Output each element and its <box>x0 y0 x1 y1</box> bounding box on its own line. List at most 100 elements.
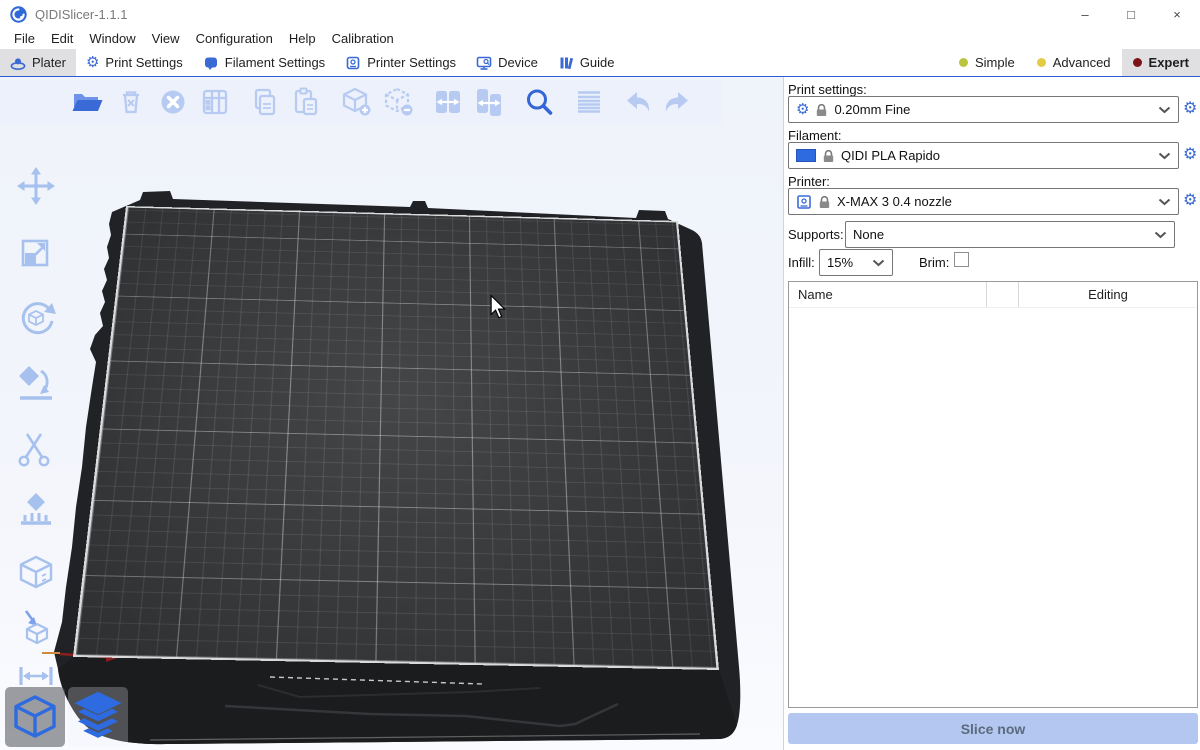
chevron-down-icon <box>1158 152 1171 160</box>
rotate-gizmo-button[interactable] <box>8 290 64 346</box>
open-button[interactable] <box>70 85 104 119</box>
filament-label: Filament: <box>788 128 841 143</box>
printer-icon <box>796 194 812 210</box>
undo-button[interactable] <box>622 85 656 119</box>
printer-icon <box>345 55 361 71</box>
menu-configuration[interactable]: Configuration <box>188 28 281 49</box>
mode-expert[interactable]: Expert <box>1122 49 1200 76</box>
layers-icon <box>71 690 125 744</box>
printer-combo[interactable]: X-MAX 3 0.4 nozzle <box>788 188 1179 215</box>
menu-calibration[interactable]: Calibration <box>324 28 402 49</box>
window-title: QIDISlicer-1.1.1 <box>35 7 127 22</box>
move-gizmo-button[interactable] <box>8 158 64 214</box>
seam-painting-gizmo-button[interactable] <box>8 546 64 602</box>
guide-icon <box>558 55 574 71</box>
filament-icon <box>203 55 219 71</box>
plater-icon <box>10 55 26 71</box>
paste-button[interactable] <box>289 85 323 119</box>
column-header-editing[interactable]: Editing <box>1019 287 1197 302</box>
menu-edit[interactable]: Edit <box>43 28 81 49</box>
menu-help[interactable]: Help <box>281 28 324 49</box>
chevron-down-icon <box>872 259 885 267</box>
split-to-parts-button[interactable] <box>472 85 506 119</box>
tab-printer-settings[interactable]: Printer Settings <box>335 49 466 76</box>
advanced-dot-icon <box>1037 58 1046 67</box>
tab-bar: Plater ⚙ Print Settings Filament Setting… <box>0 49 1200 78</box>
supports-combo[interactable]: None <box>845 221 1175 248</box>
print-settings-label: Print settings: <box>788 82 867 97</box>
object-list-header: Name Editing <box>789 282 1197 308</box>
infill-value: 15% <box>827 255 853 270</box>
minimize-button[interactable]: – <box>1062 0 1108 28</box>
supports-value: None <box>853 227 884 242</box>
print-settings-value: 0.20mm Fine <box>834 102 910 117</box>
lock-icon <box>823 149 834 163</box>
chevron-down-icon <box>1158 198 1171 206</box>
add-instance-button[interactable] <box>339 85 373 119</box>
column-separator <box>986 282 987 307</box>
cut-gizmo-button[interactable] <box>8 421 64 477</box>
object-list[interactable]: Name Editing <box>788 281 1198 708</box>
infill-label: Infill: <box>788 255 815 270</box>
title-bar: QIDISlicer-1.1.1 – □ × <box>0 0 1200 28</box>
app-logo-icon <box>10 6 27 23</box>
search-button[interactable] <box>522 85 556 119</box>
printer-value: X-MAX 3 0.4 nozzle <box>837 194 952 209</box>
remove-instance-button[interactable] <box>381 85 415 119</box>
mouse-cursor <box>488 295 508 319</box>
filament-combo[interactable]: QIDI PLA Rapido <box>788 142 1179 169</box>
3d-viewport[interactable] <box>0 77 783 750</box>
chevron-down-icon <box>1154 231 1167 239</box>
print-settings-gear-button[interactable]: ⚙ <box>1183 101 1197 117</box>
column-header-name[interactable]: Name <box>789 287 986 302</box>
tab-device[interactable]: Device <box>466 49 548 76</box>
mode-simple[interactable]: Simple <box>948 49 1026 76</box>
tab-plater[interactable]: Plater <box>0 49 76 76</box>
printer-label: Printer: <box>788 174 830 189</box>
tab-guide[interactable]: Guide <box>548 49 625 76</box>
menu-window[interactable]: Window <box>81 28 143 49</box>
settings-panel: Print settings: ⚙ 0.20mm Fine ⚙ Filament… <box>783 77 1200 750</box>
gear-icon: ⚙ <box>86 55 99 70</box>
support-painting-gizmo-button[interactable] <box>8 483 64 539</box>
simple-dot-icon <box>959 58 968 67</box>
device-icon <box>476 55 492 71</box>
cube-icon <box>11 693 59 741</box>
gear-icon: ⚙ <box>796 102 809 117</box>
slice-now-button[interactable]: Slice now <box>788 713 1198 744</box>
expert-dot-icon <box>1133 58 1142 67</box>
filament-gear-button[interactable]: ⚙ <box>1183 147 1197 163</box>
filament-color-swatch <box>796 149 816 162</box>
brim-label: Brim: <box>919 255 949 270</box>
brim-checkbox[interactable] <box>954 252 969 267</box>
menu-bar: File Edit Window View Configuration Help… <box>0 28 1200 49</box>
menu-view[interactable]: View <box>144 28 188 49</box>
mode-advanced[interactable]: Advanced <box>1026 49 1122 76</box>
printer-gear-button[interactable]: ⚙ <box>1183 193 1197 209</box>
split-to-objects-button[interactable] <box>431 85 465 119</box>
infill-combo[interactable]: 15% <box>819 249 893 276</box>
tab-filament-settings[interactable]: Filament Settings <box>193 49 335 76</box>
filament-value: QIDI PLA Rapido <box>841 148 940 163</box>
redo-button[interactable] <box>659 85 693 119</box>
maximize-button[interactable]: □ <box>1108 0 1154 28</box>
delete-button[interactable] <box>114 85 148 119</box>
close-button[interactable]: × <box>1154 0 1200 28</box>
tab-print-settings[interactable]: ⚙ Print Settings <box>76 49 193 76</box>
scale-gizmo-button[interactable] <box>8 226 64 282</box>
plater-toolbar <box>0 80 722 124</box>
lock-icon <box>816 103 827 117</box>
editor-view-button[interactable] <box>5 687 65 747</box>
chevron-down-icon <box>1158 106 1171 114</box>
variable-layer-height-button[interactable] <box>572 85 606 119</box>
arrange-button[interactable] <box>198 85 232 119</box>
lock-icon <box>819 195 830 209</box>
preview-view-button[interactable] <box>68 687 128 747</box>
place-on-face-gizmo-button[interactable] <box>8 355 64 411</box>
supports-label: Supports: <box>788 227 844 242</box>
menu-file[interactable]: File <box>6 28 43 49</box>
print-settings-combo[interactable]: ⚙ 0.20mm Fine <box>788 96 1179 123</box>
delete-all-button[interactable] <box>156 85 190 119</box>
print-bed[interactable] <box>73 206 719 670</box>
copy-button[interactable] <box>248 85 282 119</box>
